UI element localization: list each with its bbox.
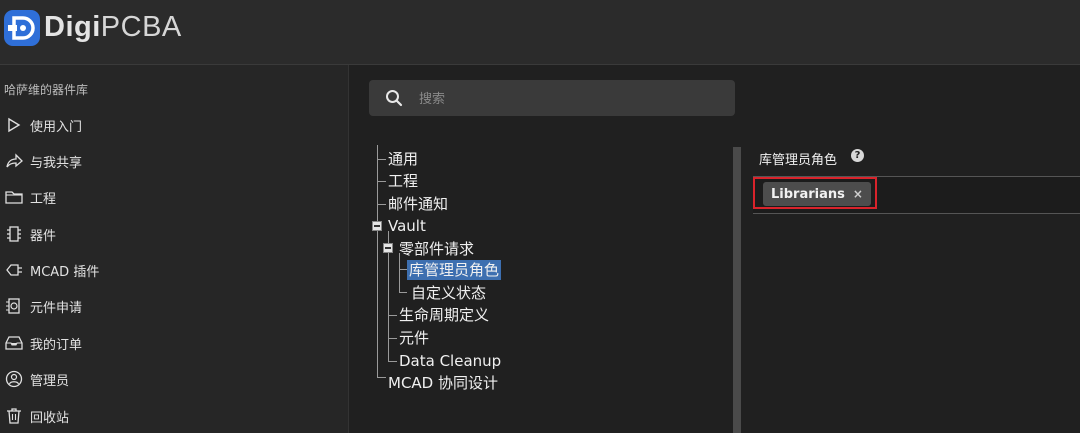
logo-bold: Digi xyxy=(44,11,101,43)
sidebar-item-recycle-bin[interactable]: 回收站 xyxy=(0,400,348,432)
tree-node-project[interactable]: 工程 xyxy=(388,171,418,191)
sidebar-item-projects[interactable]: 工程 xyxy=(0,181,348,213)
tree-connector xyxy=(388,338,397,339)
sidebar-item-label: 与我共享 xyxy=(30,155,83,171)
inbox-icon xyxy=(3,332,25,354)
sidebar-item-label: 器件 xyxy=(30,228,57,244)
sidebar-item-shared[interactable]: 与我共享 xyxy=(0,145,348,177)
tree-node-lifecycle[interactable]: 生命周期定义 xyxy=(399,305,489,325)
library-title: 哈萨维的器件库 xyxy=(4,83,89,97)
tree-node-mail[interactable]: 邮件通知 xyxy=(388,194,448,214)
folder-icon xyxy=(3,186,25,208)
play-icon xyxy=(3,114,25,136)
tree-node-part-request[interactable]: 零部件请求 xyxy=(399,239,474,259)
logo-regular: PCBA xyxy=(100,11,182,43)
tree-connector xyxy=(377,181,386,182)
sidebar-item-label: 管理员 xyxy=(30,373,70,389)
help-icon[interactable]: ? xyxy=(851,149,864,162)
sidebar-item-components[interactable]: 器件 xyxy=(0,218,348,250)
tree-connector xyxy=(399,253,400,293)
tree-connector xyxy=(399,292,407,293)
sidebar-item-label: 工程 xyxy=(30,191,57,207)
sidebar-item-label: 回收站 xyxy=(30,410,70,426)
tree-node-data-cleanup[interactable]: Data Cleanup xyxy=(399,351,501,371)
tree-connector xyxy=(377,159,386,160)
top-bar: DigiPCBA xyxy=(0,0,1080,65)
plugin-icon xyxy=(3,259,25,281)
sidebar-item-label: MCAD 插件 xyxy=(30,264,100,280)
request-icon xyxy=(3,295,25,317)
logo-icon xyxy=(4,10,40,46)
panel-splitter[interactable] xyxy=(733,147,741,433)
tree-connector xyxy=(377,377,386,378)
trash-icon xyxy=(3,405,25,427)
tree-node-mcad-collab[interactable]: MCAD 协同设计 xyxy=(388,373,498,393)
tree-connector xyxy=(388,361,397,362)
sidebar-item-label: 我的订单 xyxy=(30,337,83,353)
sidebar: 哈萨维的器件库 使用入门 与我共享 工程 器件 MCAD 插件 元件申请 我的订… xyxy=(0,65,349,433)
search-input[interactable] xyxy=(417,88,721,110)
settings-tree: 通用 工程 邮件通知 Vault 零部件请求 库管理员角色 自定义状态 生命周期… xyxy=(369,145,729,405)
tree-connector xyxy=(377,204,386,205)
role-tag-label: Librarians xyxy=(771,186,845,202)
sidebar-item-my-orders[interactable]: 我的订单 xyxy=(0,327,348,359)
collapse-vault-icon[interactable] xyxy=(372,221,382,231)
sidebar-item-admin[interactable]: 管理员 xyxy=(0,363,348,395)
tree-connector xyxy=(399,269,407,270)
search-box xyxy=(369,80,735,116)
collapse-part-request-icon[interactable] xyxy=(383,243,393,253)
sidebar-item-label: 使用入门 xyxy=(30,119,83,135)
chip-icon xyxy=(3,223,25,245)
main-content: 通用 工程 邮件通知 Vault 零部件请求 库管理员角色 自定义状态 生命周期… xyxy=(349,65,1080,433)
role-tag: Librarians × xyxy=(763,182,871,206)
app-logo-text: DigiPCBA xyxy=(44,11,182,44)
tree-node-vault[interactable]: Vault xyxy=(388,216,426,236)
tree-connector xyxy=(377,145,378,377)
detail-title: 库管理员角色 xyxy=(759,153,838,168)
sidebar-item-component-request[interactable]: 元件申请 xyxy=(0,290,348,322)
admin-icon xyxy=(3,368,25,390)
close-icon[interactable]: × xyxy=(853,187,863,201)
share-icon xyxy=(3,150,25,172)
tree-connector xyxy=(388,315,397,316)
sidebar-item-mcad-plugin[interactable]: MCAD 插件 xyxy=(0,254,348,286)
tree-node-custom-status[interactable]: 自定义状态 xyxy=(411,283,486,303)
sidebar-item-getting-started[interactable]: 使用入门 xyxy=(0,109,348,141)
tree-node-librarian-role[interactable]: 库管理员角色 xyxy=(407,260,502,280)
search-icon xyxy=(385,89,403,111)
tree-node-general[interactable]: 通用 xyxy=(388,149,418,169)
detail-panel: 库管理员角色 ? Librarians × xyxy=(753,145,1080,433)
sidebar-item-label: 元件申请 xyxy=(30,300,83,316)
tree-node-component[interactable]: 元件 xyxy=(399,328,429,348)
